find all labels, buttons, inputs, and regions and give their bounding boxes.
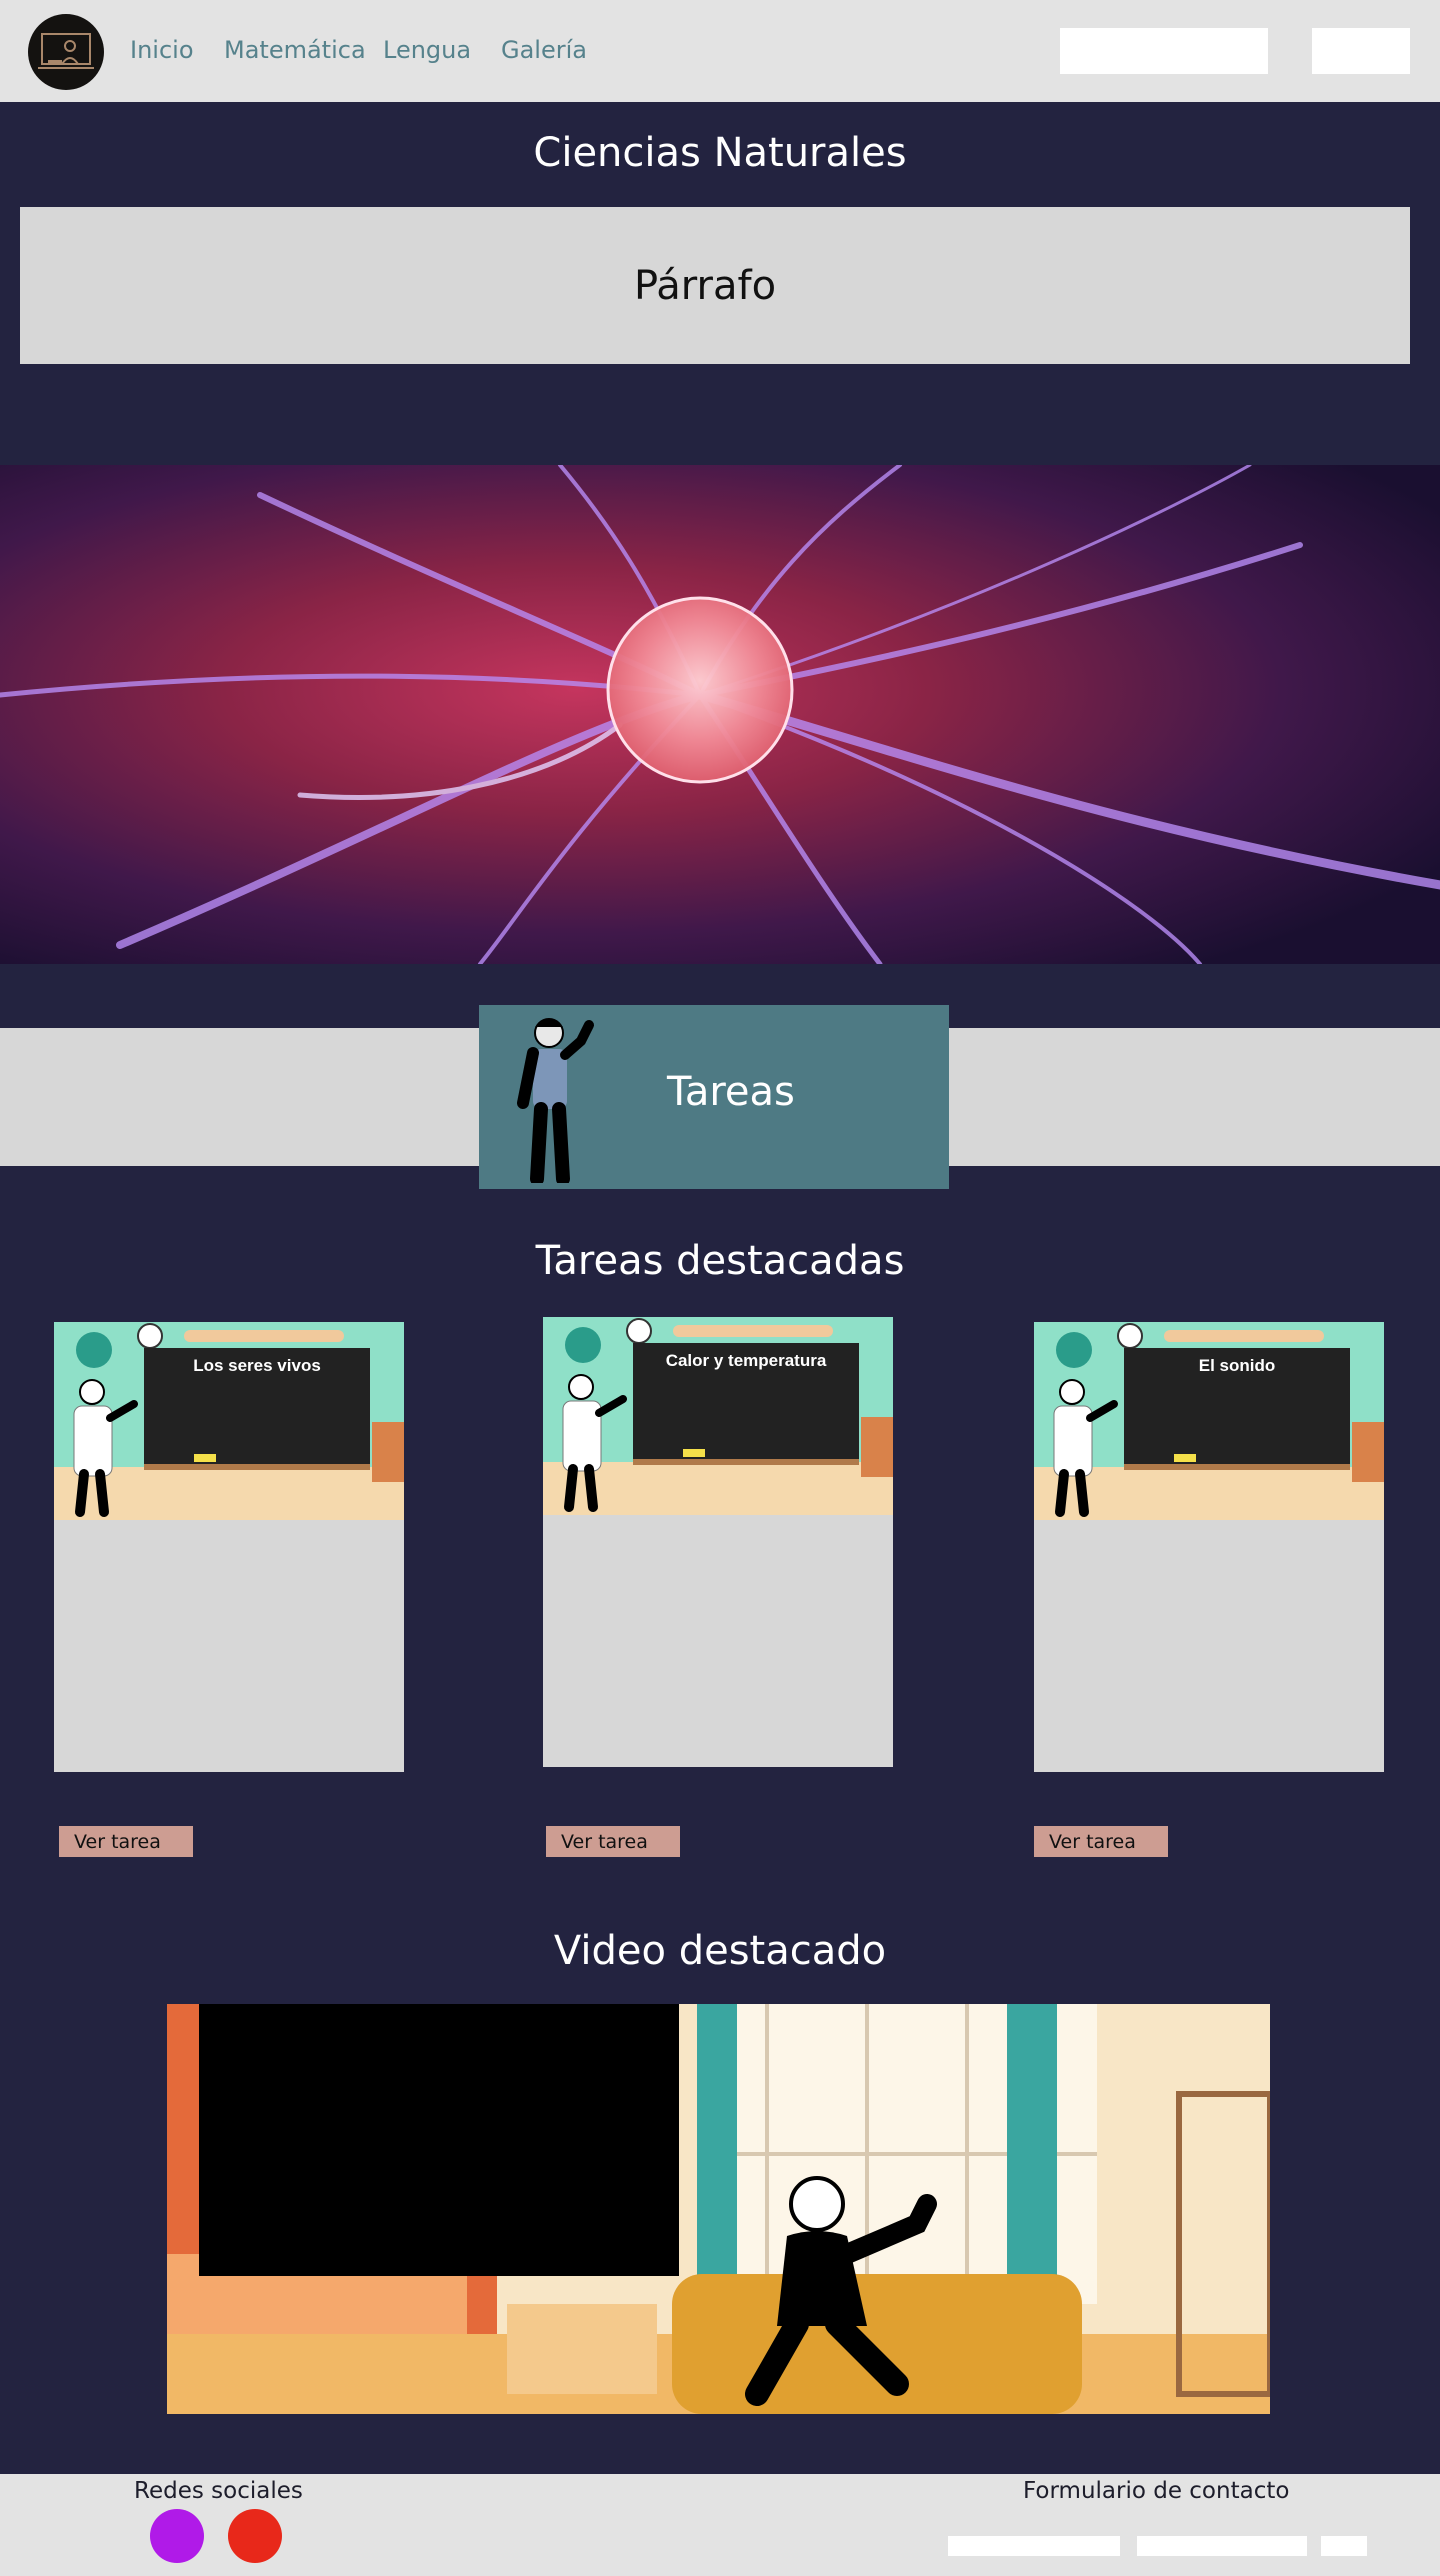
ver-tarea-button[interactable]: Ver tarea — [59, 1826, 193, 1857]
social-icon-purple[interactable] — [150, 2509, 204, 2563]
tareas-card[interactable]: Tareas — [479, 1005, 949, 1189]
featured-video-title: Video destacado — [553, 1928, 887, 1974]
task-card[interactable]: Los seres vivos — [54, 1322, 404, 1772]
board-title: Calor y temperatura — [665, 1351, 827, 1370]
featured-video[interactable] — [167, 2004, 1270, 2414]
tareas-title: Tareas — [667, 1069, 795, 1115]
classroom-image — [543, 1317, 893, 1515]
contact-name-field[interactable] — [948, 2536, 1120, 2556]
board-title: El sonido — [1198, 1356, 1276, 1375]
search-input[interactable] — [1060, 28, 1268, 74]
nav-link-galeria[interactable]: Galería — [501, 36, 587, 64]
classroom-image — [1034, 1322, 1384, 1520]
social-label: Redes sociales — [134, 2478, 303, 2504]
footer: Redes sociales Formulario de contacto — [0, 2474, 1440, 2576]
nav-link-inicio[interactable]: Inicio — [130, 36, 194, 64]
top-nav: Inicio Matemática Lengua Galería — [0, 0, 1440, 102]
contact-submit-button[interactable] — [1321, 2536, 1367, 2556]
board-title: Los seres vivos — [193, 1356, 321, 1375]
paragraph-text: Párrafo — [633, 262, 777, 309]
task-card[interactable]: Calor y temperatura — [543, 1317, 893, 1767]
contact-email-field[interactable] — [1137, 2536, 1307, 2556]
teacher-figure-icon — [517, 1018, 594, 1183]
nav-link-matematica[interactable]: Matemática — [224, 36, 366, 64]
chalkboard-teacher-logo[interactable] — [28, 14, 104, 90]
ver-tarea-button[interactable]: Ver tarea — [1034, 1826, 1168, 1857]
paragraph-box: Párrafo — [20, 207, 1410, 364]
nav-button[interactable] — [1312, 28, 1410, 74]
classroom-image — [54, 1322, 404, 1520]
ver-tarea-button[interactable]: Ver tarea — [546, 1826, 680, 1857]
contact-label: Formulario de contacto — [1023, 2478, 1290, 2504]
nav-link-lengua[interactable]: Lengua — [383, 36, 471, 64]
plasma-ball-image — [0, 465, 1440, 964]
task-card[interactable]: El sonido — [1034, 1322, 1384, 1772]
featured-tasks-title: Tareas destacadas — [535, 1238, 905, 1284]
page-title: Ciencias Naturales — [533, 130, 907, 176]
social-icon-red[interactable] — [228, 2509, 282, 2563]
